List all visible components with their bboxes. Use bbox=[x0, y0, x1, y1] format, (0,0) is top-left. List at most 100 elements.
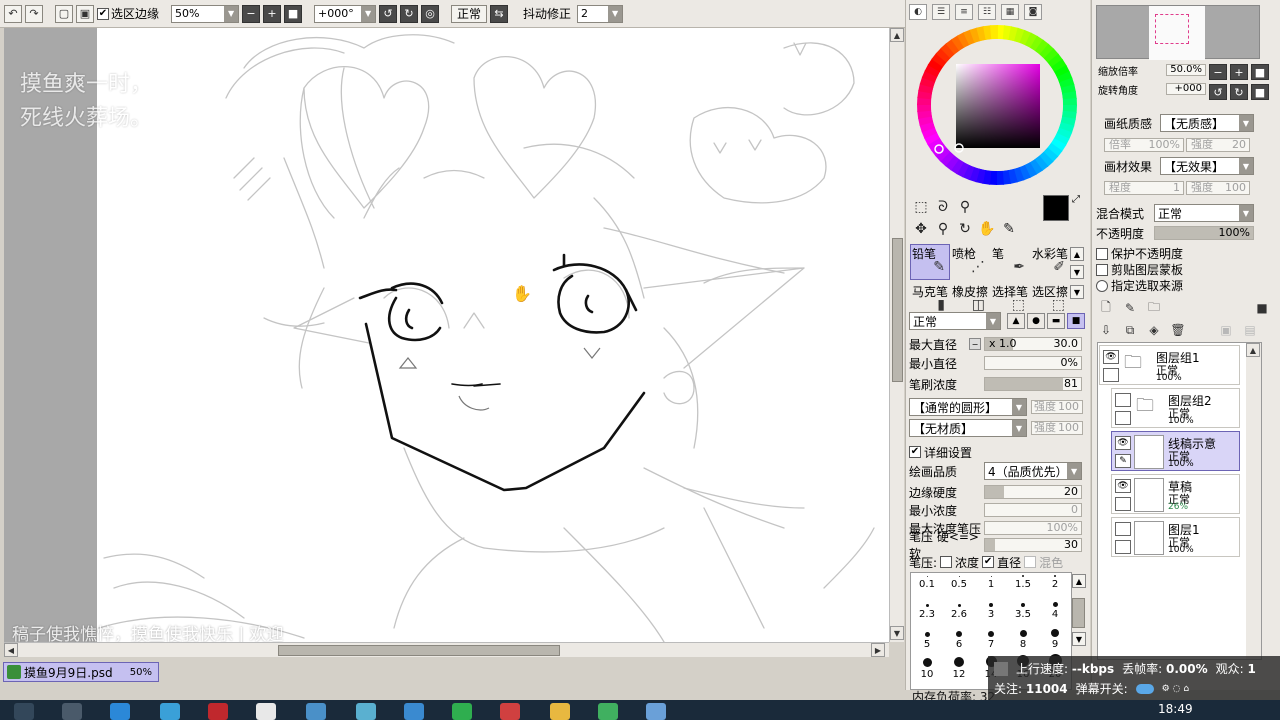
app-icon[interactable] bbox=[306, 703, 326, 720]
hand-icon[interactable]: ✋ bbox=[978, 220, 996, 238]
scroll-down-icon[interactable]: ▼ bbox=[1072, 632, 1086, 646]
vertical-scroll-thumb[interactable] bbox=[892, 238, 903, 382]
sai-app-icon[interactable] bbox=[646, 703, 666, 720]
layer-row[interactable]: 图层1 正常 100% bbox=[1111, 517, 1240, 557]
brush-size-preset[interactable]: 2 bbox=[1039, 573, 1071, 590]
rect-select-icon[interactable]: ⬚ bbox=[912, 198, 930, 216]
zoom-out-icon[interactable]: − bbox=[242, 4, 261, 23]
scroll-down-icon[interactable]: ▼ bbox=[1070, 285, 1084, 299]
brush-size-preset[interactable]: 9 bbox=[1039, 625, 1071, 650]
brush-size-preset[interactable]: 7 bbox=[975, 625, 1007, 650]
nav-rotate-slider[interactable]: +000 bbox=[1166, 83, 1206, 95]
scratchpad-tab-icon[interactable]: ◙ bbox=[1024, 4, 1042, 20]
visibility-eye-icon[interactable]: 👁 bbox=[1115, 436, 1131, 450]
brush-size-preset[interactable]: 0.5 bbox=[943, 573, 975, 590]
brush-size-preset[interactable]: 10 bbox=[911, 655, 943, 680]
start-button-icon[interactable] bbox=[14, 703, 34, 720]
new-layer-icon[interactable]: 🗋 bbox=[1098, 300, 1114, 316]
zoom-in-icon[interactable]: + bbox=[263, 4, 282, 23]
color-wheel-tab-icon[interactable]: ◐ bbox=[909, 4, 927, 20]
edge-hardness-slider[interactable]: 20 bbox=[984, 485, 1082, 499]
color-wheel[interactable] bbox=[916, 24, 1078, 186]
vertical-scrollbar[interactable]: ▲ ▼ bbox=[889, 28, 904, 642]
app-icon[interactable] bbox=[500, 703, 520, 720]
nav-rotate-right-icon[interactable]: ↻ bbox=[1230, 84, 1248, 100]
brush-size-preset[interactable]: 1 bbox=[975, 573, 1007, 590]
brush-blend-select[interactable]: 正常 ▼ bbox=[909, 312, 1001, 330]
transfer-down-icon[interactable]: ⇩ bbox=[1098, 322, 1114, 338]
selection-edge-toggle[interactable]: ✔ 选区边缘 bbox=[97, 5, 159, 22]
quality-select[interactable]: 4（品质优先） ▼ bbox=[984, 462, 1082, 480]
layer-lock-icon[interactable] bbox=[1103, 368, 1119, 382]
size-lock-icon[interactable]: − bbox=[969, 338, 981, 350]
magic-wand-icon[interactable]: ⚲ bbox=[956, 198, 974, 216]
rotation-select[interactable]: +000° ▼ bbox=[314, 4, 377, 23]
pressure-density-checkbox[interactable] bbox=[940, 556, 953, 568]
blend-normal-button[interactable]: 正常 bbox=[451, 4, 488, 23]
brush-size-preset[interactable]: 2.3 bbox=[911, 595, 943, 620]
shape-round-icon[interactable]: ● bbox=[1027, 313, 1045, 329]
palette-tab-icon[interactable]: ▦ bbox=[1001, 4, 1019, 20]
file-tab[interactable]: 摸鱼9月9日.psd 50% bbox=[3, 662, 159, 682]
layer-lock-icon[interactable] bbox=[1115, 411, 1131, 425]
wechat-icon[interactable] bbox=[452, 703, 472, 720]
rotate-icon[interactable]: ↻ bbox=[956, 220, 974, 238]
size-scroll-thumb[interactable] bbox=[1072, 598, 1085, 628]
navigator-view-frame[interactable] bbox=[1155, 14, 1189, 44]
selection-edge-checkbox[interactable]: ✔ bbox=[97, 7, 109, 20]
brush-size-preset[interactable]: 6 bbox=[943, 625, 975, 650]
min-size-slider[interactable]: 0% bbox=[984, 356, 1082, 370]
app-icon[interactable] bbox=[598, 703, 618, 720]
layer-list-scrollbar[interactable]: ▲ bbox=[1246, 343, 1261, 659]
protect-opacity-checkbox[interactable] bbox=[1096, 247, 1108, 260]
clip-mask-checkbox[interactable] bbox=[1096, 263, 1108, 276]
layer-row[interactable]: 👁 🗀 图层组1 正常 100% bbox=[1099, 345, 1240, 385]
brush-size-preset[interactable]: 5 bbox=[911, 625, 943, 650]
nav-rotate-reset-icon[interactable]: ■ bbox=[1251, 84, 1269, 100]
layer-panel-menu-icon[interactable]: ■ bbox=[1254, 300, 1270, 316]
layer-lock-icon[interactable] bbox=[1115, 497, 1131, 511]
drawing-canvas[interactable]: 摸鱼爽一时， 死线火葬场。 稿子使我憔悴，摸鱼使我快乐 | 欢迎 ✋ bbox=[4, 28, 890, 642]
brush-shape-select[interactable]: 【通常的圆形】 ▼ bbox=[909, 398, 1027, 416]
brush-tool-2[interactable]: 笔 ✒ bbox=[990, 244, 1030, 280]
danmaku-toggle-icon[interactable] bbox=[1135, 683, 1154, 694]
app-icon[interactable] bbox=[256, 703, 276, 720]
store-app-icon[interactable] bbox=[160, 703, 180, 720]
brush-size-preset[interactable]: 2.6 bbox=[943, 595, 975, 620]
file-explorer-icon[interactable] bbox=[550, 703, 570, 720]
zoom-icon[interactable]: ⚲ bbox=[934, 220, 952, 238]
deselect-icon[interactable]: ▢ bbox=[55, 4, 73, 23]
new-linework-layer-icon[interactable]: ✎ bbox=[1122, 300, 1138, 316]
nav-zoom-out-icon[interactable]: − bbox=[1209, 64, 1227, 80]
invert-selection-icon[interactable]: ▣ bbox=[76, 4, 94, 23]
density-slider[interactable]: 81 bbox=[984, 377, 1082, 391]
paper-effect-select[interactable]: 【无效果】 ▼ bbox=[1160, 157, 1254, 175]
app-icon[interactable] bbox=[404, 703, 424, 720]
swatch-tab-icon[interactable]: ☷ bbox=[978, 4, 996, 20]
layer-row[interactable]: 🗀 图层组2 正常 100% bbox=[1111, 388, 1240, 428]
navigator-preview[interactable] bbox=[1096, 5, 1260, 60]
brush-size-preset[interactable]: 1.5 bbox=[1007, 573, 1039, 590]
layer-row[interactable]: 👁 ✎ 线稿示意 正常 100% bbox=[1111, 431, 1240, 471]
lasso-icon[interactable]: ᘐ bbox=[934, 198, 952, 216]
scroll-down-icon[interactable]: ▼ bbox=[1070, 265, 1084, 279]
undo-icon[interactable]: ↶ bbox=[4, 4, 22, 23]
move-icon[interactable]: ✥ bbox=[912, 220, 930, 238]
rgb-slider-tab-icon[interactable]: ☰ bbox=[932, 4, 950, 20]
nav-rotate-left-icon[interactable]: ↺ bbox=[1209, 84, 1227, 100]
brush-size-preset[interactable]: 8 bbox=[1007, 625, 1039, 650]
delete-layer-icon[interactable]: 🗑 bbox=[1170, 322, 1186, 338]
stabilizer-select[interactable]: 2 ▼ bbox=[577, 4, 624, 23]
visibility-eye-icon[interactable] bbox=[1115, 522, 1131, 536]
edge-browser-icon[interactable] bbox=[110, 703, 130, 720]
layer-lock-icon[interactable]: ✎ bbox=[1115, 454, 1131, 468]
nav-zoom-reset-icon[interactable]: ■ bbox=[1251, 64, 1269, 80]
app-icon[interactable] bbox=[356, 703, 376, 720]
scroll-up-icon[interactable]: ▲ bbox=[1070, 247, 1084, 261]
brush-tool-1[interactable]: 喷枪 ⋰ bbox=[950, 244, 990, 280]
scroll-up-icon[interactable]: ▲ bbox=[1072, 574, 1086, 588]
scroll-left-icon[interactable]: ◀ bbox=[4, 643, 18, 657]
select-source-radio[interactable] bbox=[1096, 279, 1108, 292]
layer-opacity-slider[interactable]: 100% bbox=[1154, 226, 1254, 240]
visibility-eye-icon[interactable]: 👁 bbox=[1115, 479, 1131, 493]
